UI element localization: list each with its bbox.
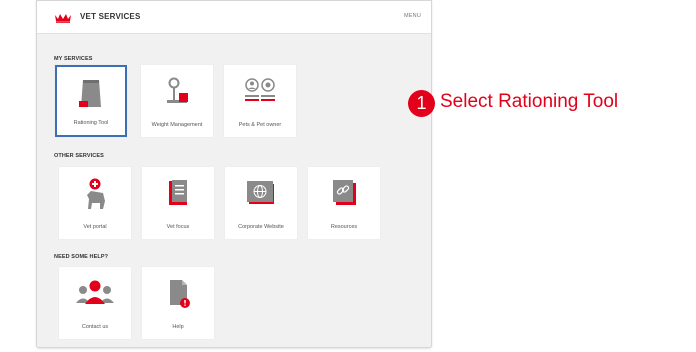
tile-resources[interactable]: Resources [308,167,380,239]
tile-label: Vet portal [83,224,107,230]
pet-owner-icon [245,78,275,101]
tile-vet-portal[interactable]: Vet portal [59,167,131,239]
dog-cross-icon [87,178,105,209]
tile-label: Rationing Tool [73,120,109,126]
tile-label: Weight Management [151,122,203,128]
tile-contact-us[interactable]: Contact us [59,267,131,339]
section-title-other-services: OTHER SERVICES [54,153,104,159]
app-header: VET SERVICES MENU [37,1,431,34]
tile-weight-management[interactable]: Weight Management [141,65,213,137]
tile-vet-focus[interactable]: Vet focus [142,167,214,239]
section-title-help: NEED SOME HELP? [54,254,109,260]
food-bag-icon [79,80,101,107]
globe-icon [247,181,274,204]
section-title-my-services: MY SERVICES [54,56,93,62]
scale-icon [167,77,188,103]
people-icon [76,280,114,304]
tile-label: Help [172,324,184,330]
tile-label: Pets & Pet owner [238,122,282,128]
tile-rationing-tool[interactable]: Rationing Tool [55,65,127,137]
tile-label: Contact us [81,324,109,330]
step-instruction: Select Rationing Tool [440,91,619,112]
tile-label: Corporate Website [238,224,284,230]
tile-label: Resources [330,224,358,230]
crown-logo-icon[interactable] [54,12,72,23]
step-number-badge: 1 [408,90,435,117]
document-icon [169,180,187,205]
tile-label: Vet focus [166,224,190,230]
tile-pets-pet-owner[interactable]: Pets & Pet owner [224,65,296,137]
brand-title: VET SERVICES [80,12,141,21]
tile-help[interactable]: Help [142,267,214,339]
tile-corporate-website[interactable]: Corporate Website [225,167,297,239]
help-document-icon [170,280,190,308]
link-icon [333,180,356,205]
menu-button[interactable]: MENU [404,13,421,19]
vet-services-panel: VET SERVICES MENU MY SERVICES Rationing … [36,0,432,348]
